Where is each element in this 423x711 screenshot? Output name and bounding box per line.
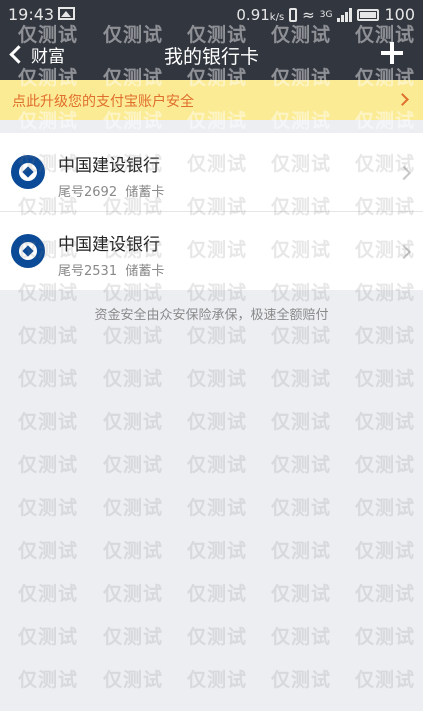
watermark-text: 仅测试 — [18, 626, 79, 648]
watermark-text: 仅测试 — [103, 583, 164, 605]
watermark-text: 仅测试 — [187, 497, 248, 519]
watermark-text: 仅测试 — [187, 626, 248, 648]
watermark-text: 仅测试 — [187, 454, 248, 476]
watermark-text: 仅测试 — [271, 540, 332, 562]
chevron-right-icon — [396, 244, 412, 260]
card-info: 尾号2692 储蓄卡 — [58, 181, 164, 200]
watermark-text: 仅测试 — [18, 454, 79, 476]
watermark-text: 仅测试 — [18, 368, 79, 390]
watermark-text: 仅测试 — [103, 540, 164, 562]
bank-name: 中国建设银行 — [58, 235, 160, 255]
vibrate-icon — [289, 7, 298, 22]
insurance-note: 资金安全由众安保险承保，极速全额赔付 — [94, 308, 329, 323]
watermark-text: 仅测试 — [187, 540, 248, 562]
watermark-text: 仅测试 — [355, 540, 416, 562]
bank-card-list: 中国建设银行 尾号2692 储蓄卡 中国建设银行 尾号2531 储蓄卡 — [0, 133, 423, 290]
ccb-logo-icon — [11, 155, 45, 189]
ccb-logo-icon — [11, 234, 45, 268]
signal-icon — [337, 7, 353, 22]
watermark-text: 仅测试 — [18, 540, 79, 562]
card-tail: 尾号2692 — [58, 185, 118, 200]
watermark-text: 仅测试 — [18, 583, 79, 605]
watermark-text: 仅测试 — [271, 626, 332, 648]
watermark-text: 仅测试 — [103, 497, 164, 519]
image-notification-icon — [58, 7, 75, 20]
watermark-text: 仅测试 — [103, 669, 164, 691]
status-time: 19:43 — [8, 5, 55, 24]
watermark-text: 仅测试 — [187, 583, 248, 605]
plus-icon[interactable] — [379, 40, 405, 66]
watermark-text: 仅测试 — [18, 325, 79, 347]
bank-name: 中国建设银行 — [58, 156, 160, 176]
watermark-text: 仅测试 — [355, 626, 416, 648]
watermark-text: 仅测试 — [271, 669, 332, 691]
card-tail: 尾号2531 — [58, 264, 118, 279]
watermark-text: 仅测试 — [187, 669, 248, 691]
watermark-text: 仅测试 — [187, 368, 248, 390]
watermark-text: 仅测试 — [103, 626, 164, 648]
watermark-text: 仅测试 — [18, 411, 79, 433]
watermark-text: 仅测试 — [355, 368, 416, 390]
card-info: 尾号2531 储蓄卡 — [58, 260, 164, 279]
watermark-text: 仅测试 — [355, 454, 416, 476]
watermark-text: 仅测试 — [271, 368, 332, 390]
watermark-text: 仅测试 — [18, 669, 79, 691]
watermark-text: 仅测试 — [355, 325, 416, 347]
watermark-text: 仅测试 — [103, 368, 164, 390]
watermark-text: 仅测试 — [103, 454, 164, 476]
chevron-right-icon — [396, 93, 409, 106]
watermark-text: 仅测试 — [271, 454, 332, 476]
watermark-text: 仅测试 — [271, 583, 332, 605]
banner-text: 点此升级您的支付宝账户安全 — [12, 94, 194, 110]
network-speed: 0.91k/s — [236, 5, 285, 24]
watermark-text: 仅测试 — [271, 497, 332, 519]
watermark-text: 仅测试 — [18, 497, 79, 519]
page-title: 我的银行卡 — [163, 46, 259, 68]
battery-icon — [357, 8, 380, 21]
network-type: 3G — [319, 9, 333, 20]
watermark-text: 仅测试 — [103, 411, 164, 433]
watermark-text: 仅测试 — [187, 411, 248, 433]
watermark-text: 仅测试 — [355, 497, 416, 519]
bank-card-item[interactable]: 中国建设银行 尾号2692 储蓄卡 — [0, 133, 423, 211]
status-bar: 19:43 0.91k/s ≈ 3G 100 — [0, 0, 423, 30]
security-upgrade-banner[interactable]: 点此升级您的支付宝账户安全 — [0, 80, 423, 120]
watermark-text: 仅测试 — [271, 325, 332, 347]
status-indicators: 0.91k/s ≈ 3G 100 — [236, 5, 415, 24]
watermark-text: 仅测试 — [103, 325, 164, 347]
card-type: 储蓄卡 — [125, 264, 165, 279]
watermark-text: 仅测试 — [355, 411, 416, 433]
bank-card-item[interactable]: 中国建设银行 尾号2531 储蓄卡 — [0, 211, 423, 290]
battery-level: 100 — [384, 5, 415, 24]
card-type: 储蓄卡 — [125, 185, 165, 200]
watermark-text: 仅测试 — [187, 325, 248, 347]
watermark-text: 仅测试 — [271, 411, 332, 433]
watermark-text: 仅测试 — [355, 583, 416, 605]
watermark-text: 仅测试 — [355, 669, 416, 691]
wifi-icon: ≈ — [302, 5, 315, 24]
nav-bar: 财富 我的银行卡 — [0, 30, 423, 80]
chevron-right-icon — [396, 165, 412, 181]
